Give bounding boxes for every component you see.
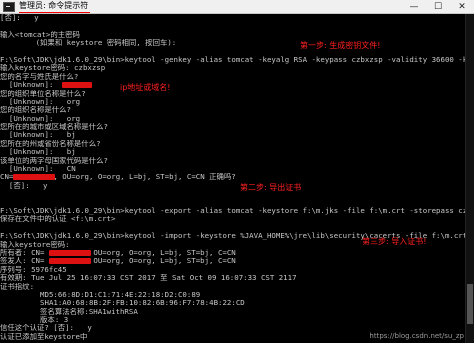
watermark: https://blog.csdn.net/su_zp (369, 332, 464, 340)
console-line: 输入keystore密码: czbxzsp (0, 64, 106, 73)
redaction-mark (48, 249, 91, 256)
scrollbar-thumb[interactable] (467, 284, 473, 324)
title-bar: 管理员: 命令提示符 — ☐ ✕ (0, 0, 474, 14)
annotation-step1: 第一步: 生成密钥文件! (300, 41, 381, 50)
console-line: (如果和 keystore 密码相同, 按回车): (0, 39, 177, 48)
console-line: 保存在文件中的认证 <f:\m.crt> (0, 215, 116, 224)
console-line: 输入<tomcat>的主密码 (0, 30, 80, 39)
redaction-mark (48, 258, 91, 265)
console-line: 有效期: Tue Jul 25 16:07:33 CST 2017 至 Sat … (0, 274, 297, 283)
console-line: 签发人: CN= , OU=org, O=org, L=bj, ST=bj, C… (0, 257, 236, 266)
maximize-button[interactable]: ☐ (426, 0, 450, 14)
console-line: 您的名字与姓氏是什么? (0, 72, 79, 81)
minimize-button[interactable]: — (402, 0, 426, 14)
console-line: 您所在的州或省份名称是什么? (0, 139, 101, 148)
console-line: 您的组织单位名称是什么? (0, 89, 86, 98)
annotation-ip: ip地址或域名! (120, 83, 171, 92)
console-line: F:\Soft\JDK\jdk1.6.0_29\bin>keytool -gen… (0, 55, 466, 64)
window-controls: — ☐ ✕ (402, 0, 474, 14)
console-line: [Unknown]: org (0, 114, 81, 123)
console-line: 该单位的两字母国家代码是什么? (0, 156, 108, 165)
console-line: [否]: y (0, 14, 39, 22)
cmd-icon (3, 1, 15, 12)
window-title: 管理员: 命令提示符 (19, 0, 91, 13)
close-button[interactable]: ✕ (450, 0, 474, 14)
annotation-step3: 第三步: 导入证书! (362, 237, 427, 246)
console-line: CN= , OU=org, O=org, L=bj, ST=bj, C=CN 正… (0, 173, 236, 182)
console-line: [Unknown]: org (0, 97, 81, 106)
console-line: 证书指纹: (0, 282, 35, 291)
console-line: [Unknown]: bj (0, 131, 76, 140)
console-line: MD5:66:8D:D1:C1:71:4E:22:18:D2:C0:89 (0, 290, 201, 299)
console-line: 序列号: 5976fc45 (0, 265, 67, 274)
console-line: [Unknown]: bj (0, 148, 76, 157)
console-line: [否]: y (0, 181, 48, 190)
console-line: 您所在的城市或区域名称是什么? (0, 123, 108, 132)
console-line: 签名算法名称:SHA1withRSA (0, 307, 138, 316)
console-line: 所有者: CN= , OU=org, O=org, L=bj, ST=bj, C… (0, 248, 236, 257)
console-line: 您的组织名称是什么? (0, 106, 71, 115)
redaction-mark (13, 174, 56, 181)
console-line: [Unknown]: CN (0, 165, 76, 174)
console-line: 版本: 3 (0, 316, 69, 325)
console-output[interactable]: [否]: y 输入<tomcat>的主密码 (如果和 keystore 密码相同,… (0, 14, 466, 343)
console-line: SHA1:A0:68:8B:2F:FB:10:82:6B:96:F7:78:4B… (0, 299, 245, 308)
annotation-step2: 第二步: 导出证书 (240, 183, 302, 192)
redaction-mark (62, 82, 93, 89)
vertical-scrollbar[interactable] (465, 14, 474, 343)
console-line: [Unknown]: (0, 81, 466, 89)
console-line: F:\Soft\JDK\jdk1.6.0_29\bin>keytool -exp… (0, 206, 466, 215)
